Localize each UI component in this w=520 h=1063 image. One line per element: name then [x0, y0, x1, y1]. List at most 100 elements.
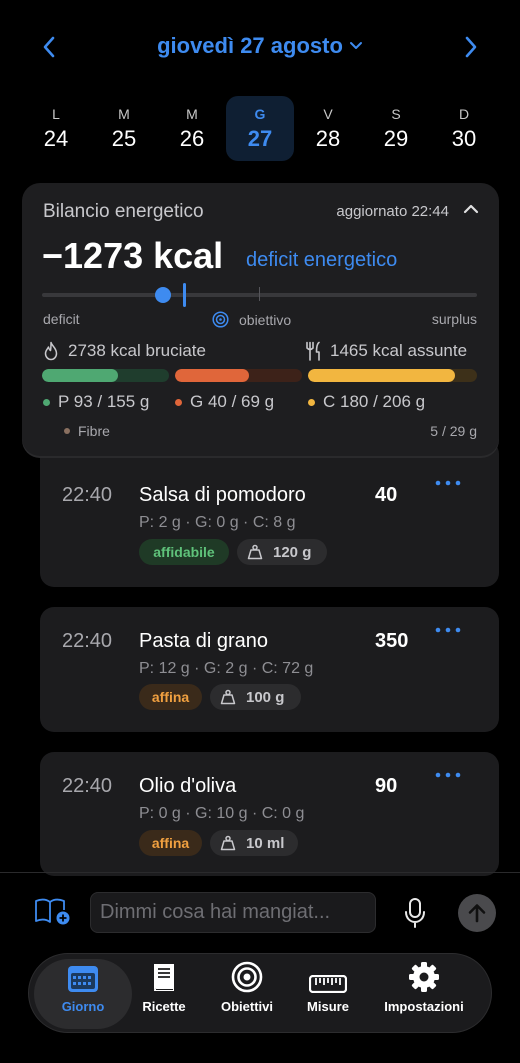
tab-impostazioni[interactable]: Impostazioni [377, 959, 471, 1029]
next-day-button[interactable] [456, 32, 486, 62]
fibre-value: 5 / 29 g [430, 423, 477, 439]
chevron-down-icon [349, 42, 362, 49]
quantity-value: 120 g [273, 543, 312, 561]
meal-kcal: 350 [375, 630, 409, 652]
ellipsis-icon [435, 772, 461, 778]
flame-icon [44, 341, 58, 361]
chevron-up-icon [463, 204, 479, 214]
consumed-stat: 1465 kcal assunte [304, 341, 467, 361]
input-divider [0, 872, 520, 873]
fat-progress-bar [175, 369, 302, 382]
tab-bar: Giorno Ricette Obiettivi Misure Impostaz… [28, 953, 492, 1033]
tab-label: Misure [307, 999, 349, 1014]
day-letter: V [323, 106, 333, 122]
fibre-label-row: Fibre [64, 423, 110, 439]
day-letter: G [254, 106, 266, 122]
meal-name: Olio d'oliva [139, 775, 237, 797]
day-fri[interactable]: V 28 [296, 100, 360, 160]
recipe-book-button[interactable] [34, 896, 72, 928]
tab-obiettivi[interactable]: Obiettivi [212, 959, 282, 1029]
more-options-button[interactable] [435, 627, 461, 637]
scale-label-goal: obiettivo [212, 311, 291, 328]
protein-progress-bar [42, 369, 169, 382]
ellipsis-icon [435, 627, 461, 633]
date-picker-button[interactable]: giovedì 27 agosto [0, 30, 520, 62]
tab-ricette[interactable]: Ricette [135, 959, 193, 1029]
food-chat-input[interactable]: Dimmi cosa hai mangiat... [90, 892, 376, 933]
meal-card[interactable]: 22:40 Salsa di pomodoro 40 P: 2 g · G: 0… [40, 440, 499, 587]
balance-slider-thumb[interactable] [155, 287, 171, 303]
tab-giorno[interactable]: Giorno [34, 959, 132, 1029]
weight-icon [247, 544, 263, 560]
gear-icon [409, 962, 439, 992]
food-chat-placeholder: Dimmi cosa hai mangiat... [100, 901, 331, 923]
arrow-up-icon [468, 904, 486, 923]
day-letter: D [458, 106, 470, 122]
collapse-button[interactable] [463, 203, 479, 215]
meal-macros: P: 0 g · G: 10 g · C: 0 g [139, 805, 305, 822]
meal-kcal: 90 [375, 775, 398, 797]
meal-card[interactable]: 22:40 Pasta di grano 350 P: 12 g · G: 2 … [40, 607, 499, 732]
day-number: 28 [315, 126, 341, 151]
energy-balance-value: −1273 kcal [42, 235, 224, 276]
send-button[interactable] [458, 894, 496, 932]
day-sat[interactable]: S 29 [364, 100, 428, 160]
meal-kcal: 40 [375, 484, 398, 506]
fat-stat: G 40 / 69 g [175, 392, 274, 412]
energy-balance-card[interactable]: Bilancio energetico aggiornato 22:44 −12… [22, 183, 499, 456]
protein-stat: P 93 / 155 g [43, 392, 149, 412]
measuring-cup-icon [220, 835, 236, 851]
meal-name: Salsa di pomodoro [139, 484, 306, 506]
fibre-label: Fibre [78, 423, 110, 439]
microphone-icon [405, 898, 425, 928]
day-thu-selected[interactable]: G 27 [226, 96, 294, 161]
reliability-badge[interactable]: affidabile [139, 539, 229, 565]
scale-label-surplus: surplus [431, 311, 477, 327]
quantity-chip[interactable]: 100 g [210, 684, 301, 710]
consumed-value: 1465 kcal assunte [330, 341, 468, 360]
day-number: 29 [383, 126, 409, 151]
day-mon[interactable]: L 24 [24, 100, 88, 160]
day-letter: M [186, 106, 198, 122]
carbs-dot [308, 398, 315, 406]
day-letter: M [118, 106, 130, 122]
voice-input-button[interactable] [404, 897, 426, 929]
more-options-button[interactable] [435, 480, 461, 490]
calendar-icon [68, 966, 98, 992]
quantity-chip[interactable]: 10 ml [210, 830, 298, 856]
protein-dot [43, 398, 50, 406]
balance-current-marker [183, 283, 186, 307]
protein-value: P 93 / 155 g [58, 392, 150, 411]
fork-knife-icon [306, 341, 320, 361]
carbs-value: C 180 / 206 g [323, 392, 426, 411]
ruler-icon [309, 975, 347, 993]
day-wed[interactable]: M 26 [160, 100, 224, 160]
fat-dot [175, 398, 182, 406]
tab-label: Impostazioni [384, 999, 464, 1014]
fat-value: G 40 / 69 g [190, 392, 275, 411]
day-tue[interactable]: M 25 [92, 100, 156, 160]
tab-misure[interactable]: Misure [297, 959, 359, 1029]
day-sun[interactable]: D 30 [432, 100, 496, 160]
meal-macros: P: 2 g · G: 0 g · C: 8 g [139, 514, 296, 531]
goal-marker [259, 287, 260, 301]
day-number: 25 [111, 126, 137, 151]
quantity-chip[interactable]: 120 g [237, 539, 327, 565]
reliability-badge[interactable]: affina [139, 830, 202, 856]
more-options-button[interactable] [435, 772, 461, 782]
updated-timestamp: aggiornato 22:44 [336, 203, 449, 220]
meal-card[interactable]: 22:40 Olio d'oliva 90 P: 0 g · G: 10 g ·… [40, 752, 499, 876]
tab-label: Ricette [142, 999, 186, 1014]
goal-label: obiettivo [239, 311, 292, 328]
meal-time: 22:40 [62, 484, 113, 506]
burned-value: 2738 kcal bruciate [68, 341, 206, 360]
fibre-dot [64, 428, 70, 434]
day-letter: L [52, 106, 60, 122]
book-icon [154, 964, 174, 991]
weight-icon [220, 689, 236, 705]
chevron-right-icon [465, 36, 477, 58]
target-icon [212, 311, 229, 328]
tab-label: Obiettivi [220, 999, 273, 1014]
reliability-badge[interactable]: affina [139, 684, 202, 710]
scale-label-deficit: deficit [43, 311, 80, 327]
